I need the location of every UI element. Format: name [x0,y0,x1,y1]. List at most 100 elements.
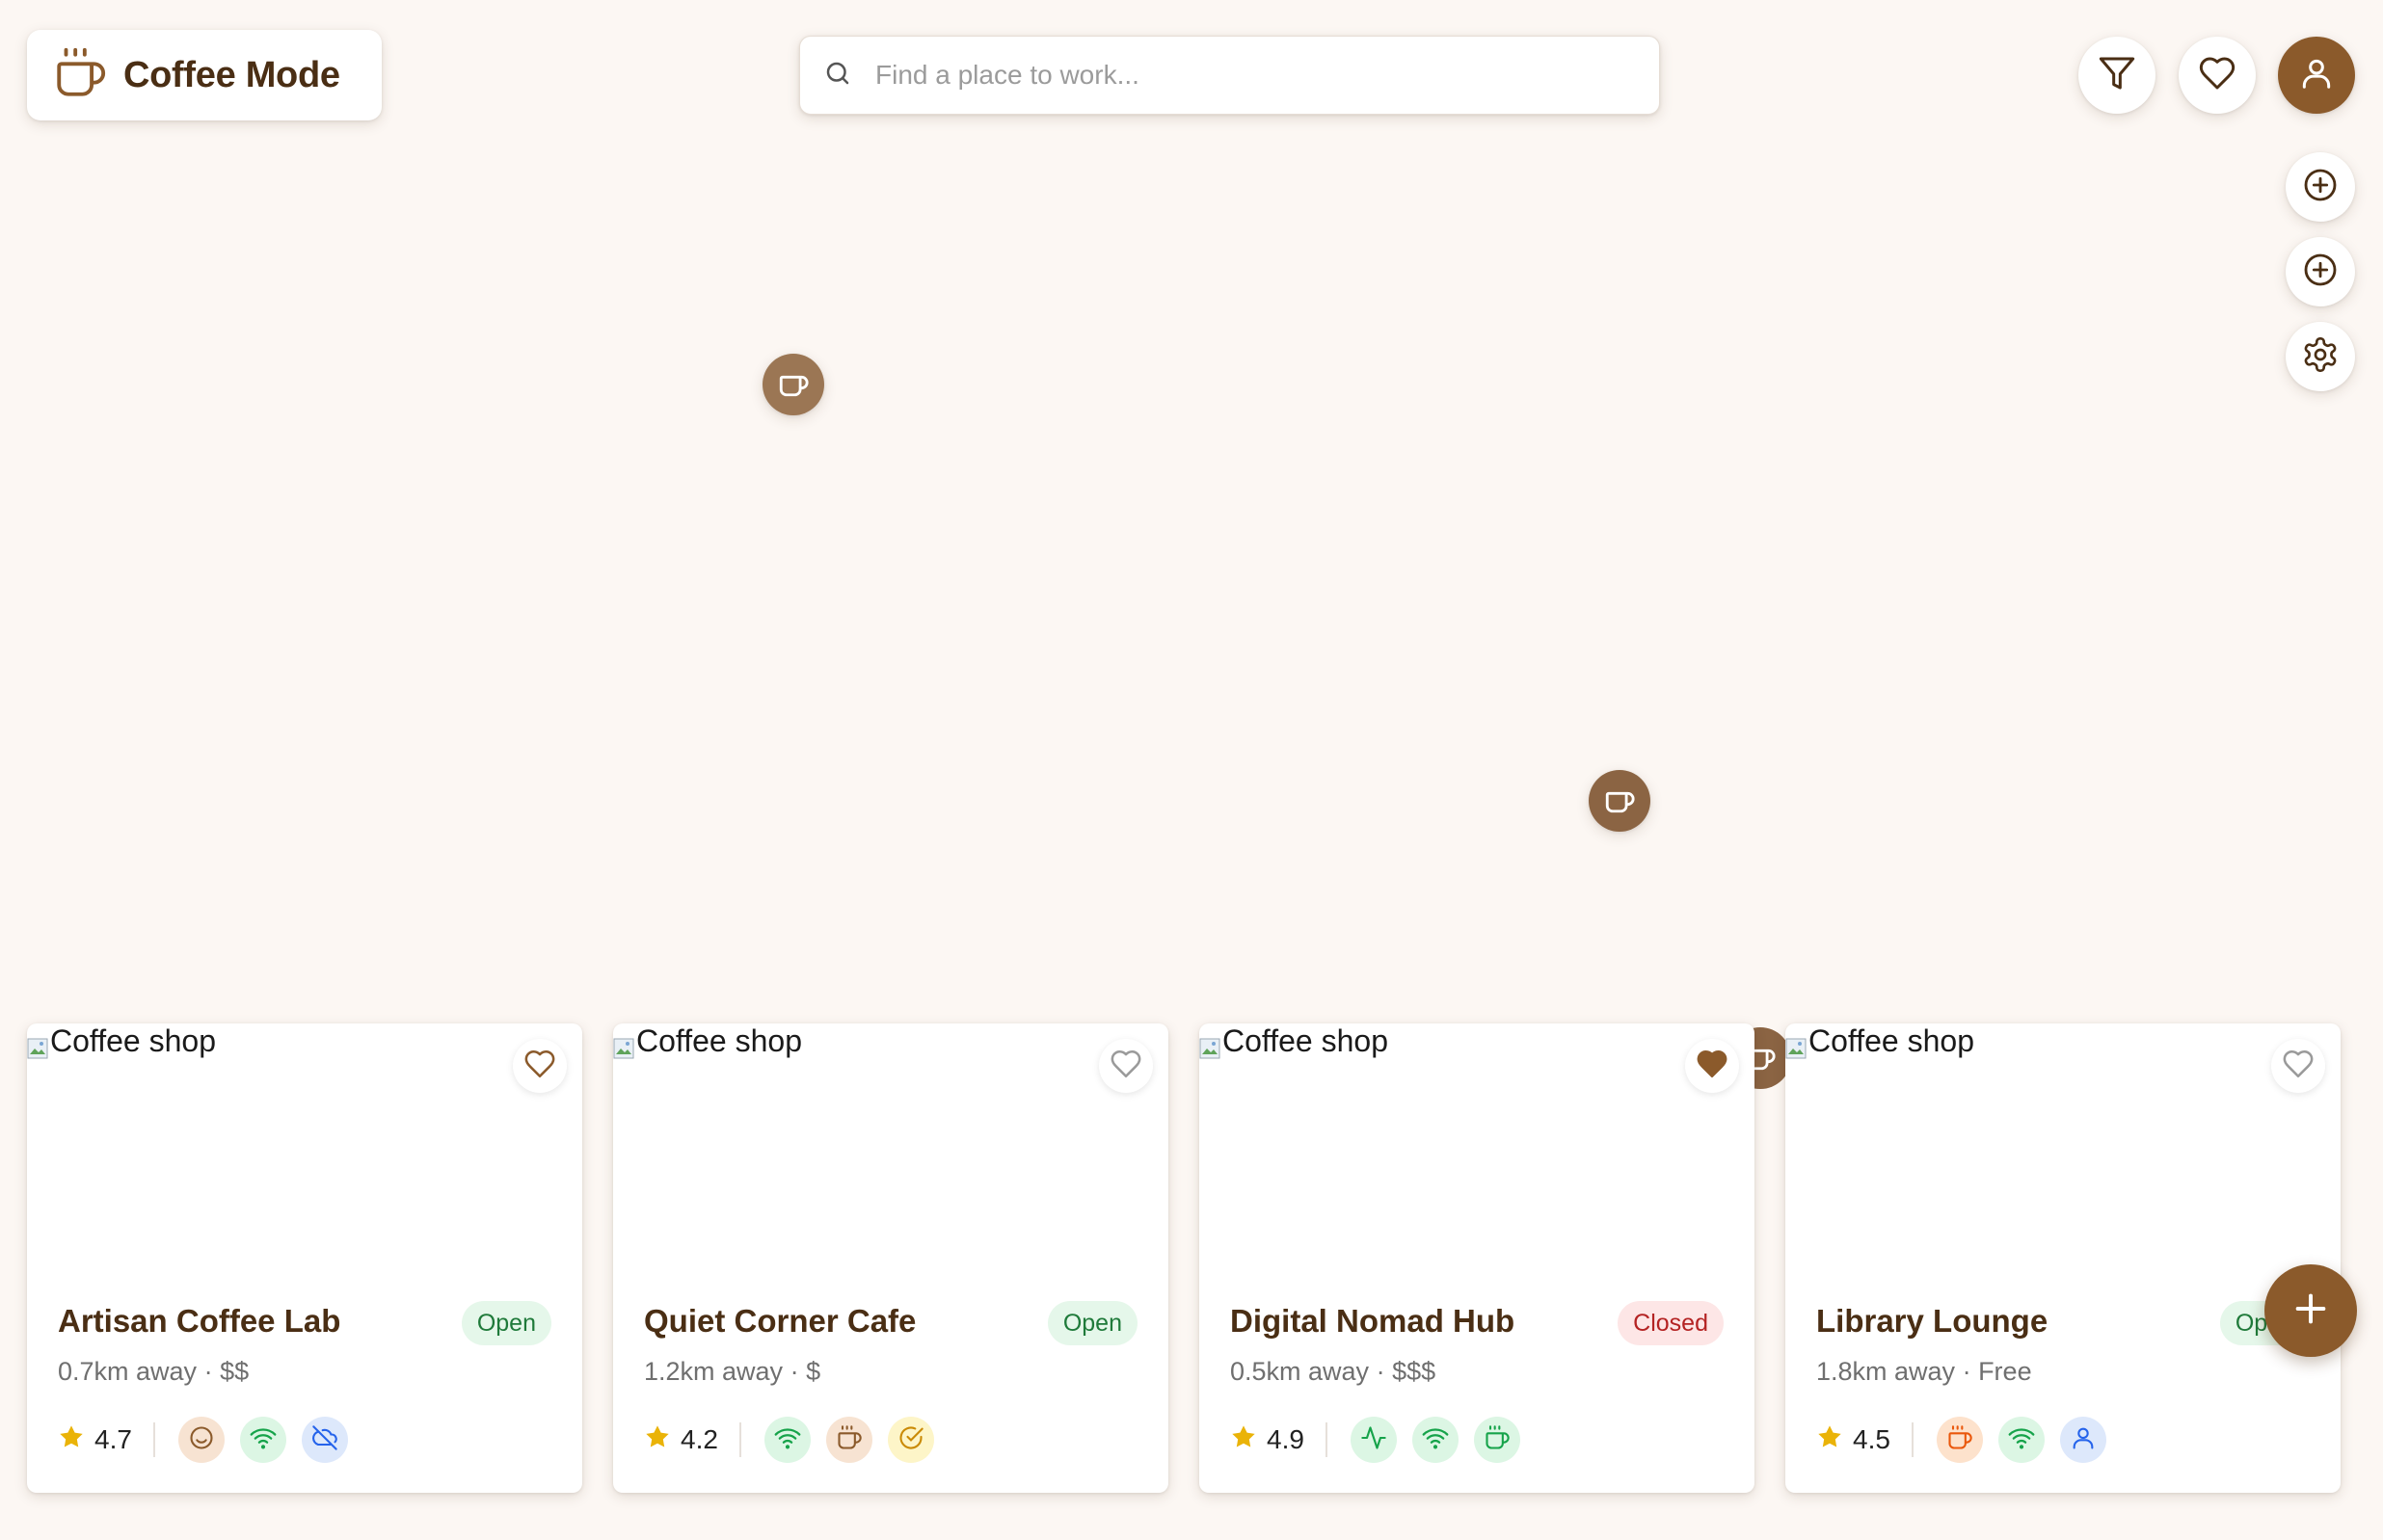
star-icon [58,1423,85,1457]
price-level: Free [1978,1357,2032,1386]
user-icon [2070,1424,2097,1456]
place-name: Artisan Coffee Lab [58,1303,341,1339]
amenity-badge [1936,1417,1983,1463]
amenity-badge [1350,1417,1397,1463]
place-name: Quiet Corner Cafe [644,1303,917,1339]
add-place-button[interactable] [2264,1264,2357,1357]
star-icon [1816,1423,1843,1457]
amenity-badge [177,1417,225,1463]
price-level: $$$ [1392,1357,1436,1386]
rating: 4.5 [1816,1423,1890,1457]
gear-icon [2301,335,2340,379]
broken-image-icon [1785,1031,1807,1058]
coffee-icon [777,366,810,404]
place-card[interactable]: Coffee shop Quiet Corner Cafe Open 1.2km… [613,1023,1168,1493]
wifi-icon [1422,1424,1449,1456]
favorites-button[interactable] [2179,37,2256,114]
rating: 4.9 [1230,1423,1304,1457]
heart-icon [523,1048,556,1085]
amenity-badge [1997,1417,2045,1463]
distance: 1.8km away [1816,1357,1956,1386]
broken-image-icon [613,1031,634,1058]
place-meta: 1.8km away · Free [1816,1357,2032,1386]
amenity-badge [887,1417,934,1463]
filter-icon [2098,54,2136,97]
coffee-icon [1484,1424,1511,1456]
search-input[interactable] [873,59,1610,92]
search-icon [823,59,852,93]
wifi-icon [774,1424,801,1456]
favorite-toggle[interactable] [1685,1039,1739,1093]
rating-value: 4.2 [681,1424,718,1454]
app-name: Coffee Mode [123,54,340,95]
coffee-cup-icon [50,45,110,106]
settings-button[interactable] [2286,322,2355,391]
place-image: Coffee shop [613,1023,802,1059]
heart-filled-icon [1696,1048,1728,1085]
cloud-off-icon [311,1424,338,1456]
price-level: $ [806,1357,821,1386]
amenity-badge [2059,1417,2106,1463]
favorite-toggle[interactable] [2271,1039,2325,1093]
divider [152,1422,155,1457]
rating: 4.7 [58,1423,132,1457]
place-card[interactable]: Coffee shop Library Lounge Open 1.8km aw… [1785,1023,2341,1493]
wifi-icon [2008,1424,2035,1456]
image-alt-text: Coffee shop [1222,1023,1388,1058]
map-marker[interactable] [1589,770,1650,832]
star-icon [644,1423,671,1457]
heart-icon [2198,54,2236,97]
profile-button[interactable] [2278,37,2355,114]
place-name: Library Lounge [1816,1303,2048,1339]
amenity-badge [1473,1417,1520,1463]
amenity-badge [763,1417,811,1463]
image-alt-text: Coffee shop [1808,1023,1974,1058]
star-icon [1230,1423,1257,1457]
rating-value: 4.9 [1267,1424,1304,1454]
image-alt-text: Coffee shop [50,1023,216,1058]
broken-image-icon [27,1031,48,1058]
place-meta: 0.5km away · $$$ [1230,1357,1436,1386]
user-icon [2298,55,2335,96]
place-meta: 1.2km away · $ [644,1357,821,1386]
place-card[interactable]: Coffee shop Artisan Coffee Lab Open 0.7k… [27,1023,582,1493]
plus-icon [2291,1289,2330,1333]
place-image: Coffee shop [1199,1023,1388,1059]
divider [738,1422,741,1457]
map-marker[interactable] [763,354,824,415]
amenity-badge [1411,1417,1459,1463]
coffee-icon [1946,1424,1973,1456]
place-image: Coffee shop [1785,1023,1974,1059]
activity-icon [1360,1424,1387,1456]
coffee-icon [1603,783,1636,820]
zoom-in-button[interactable] [2286,152,2355,222]
distance: 1.2km away [644,1357,784,1386]
filter-button[interactable] [2078,37,2155,114]
rating-value: 4.7 [94,1424,132,1454]
wifi-icon [250,1424,277,1456]
distance: 0.7km away [58,1357,198,1386]
rating: 4.2 [644,1423,718,1457]
app-logo[interactable]: Coffee Mode [27,30,382,120]
plus-circle-icon [2301,166,2340,209]
favorite-toggle[interactable] [513,1039,567,1093]
image-alt-text: Coffee shop [636,1023,802,1058]
heart-icon [1110,1048,1142,1085]
plus-circle-icon [2301,251,2340,294]
amenity-badge [301,1417,348,1463]
status-badge: Closed [1618,1301,1724,1345]
search-bar[interactable] [799,36,1660,115]
distance: 0.5km away [1230,1357,1370,1386]
status-badge: Open [461,1301,551,1345]
favorite-toggle[interactable] [1099,1039,1153,1093]
smile-icon [188,1424,215,1456]
coffee-icon [836,1424,863,1456]
amenity-badge [825,1417,872,1463]
place-name: Digital Nomad Hub [1230,1303,1515,1339]
status-badge: Open [1047,1301,1138,1345]
add-location-button[interactable] [2286,237,2355,306]
divider [1911,1422,1914,1457]
place-card[interactable]: Coffee shop Digital Nomad Hub Closed 0.5… [1199,1023,1754,1493]
divider [1325,1422,1327,1457]
rating-value: 4.5 [1853,1424,1890,1454]
